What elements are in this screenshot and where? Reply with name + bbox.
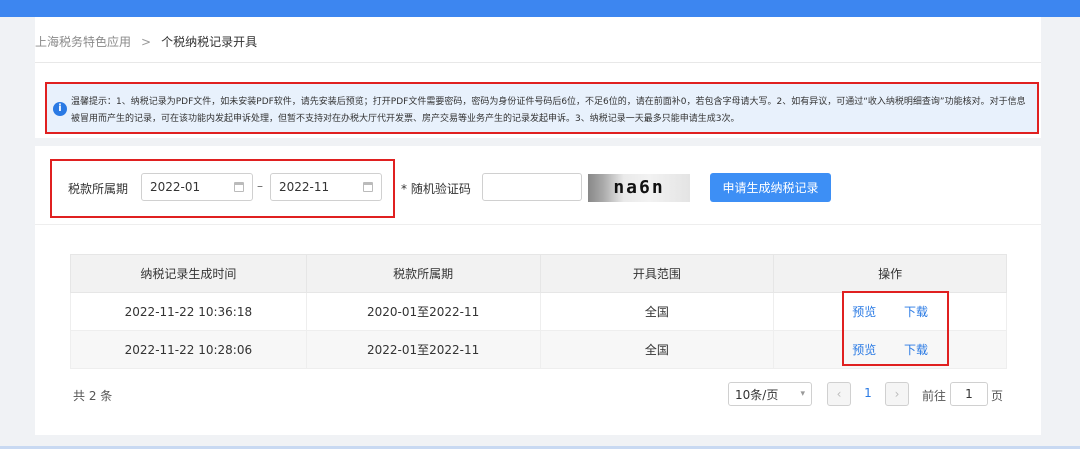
goto-page-input[interactable]: 1 xyxy=(950,382,988,406)
cell-tax-period: 2022-01至2022-11 xyxy=(305,330,541,369)
page-size-value: 10条/页 xyxy=(735,387,779,402)
header-tax-period: 税款所属期 xyxy=(305,254,541,293)
captcha-label: * 随机验证码 xyxy=(401,182,471,196)
chevron-down-icon: ▾ xyxy=(800,389,805,399)
notice-banner: i 温馨提示：1、纳税记录为PDF文件，如未安装PDF软件，请先安装后预览；打开… xyxy=(45,82,1039,134)
page-size-select[interactable]: 10条/页 ▾ xyxy=(728,382,812,406)
breadcrumb: 上海税务特色应用 > 个税纳税记录开具 xyxy=(35,33,257,50)
page-unit-label: 页 xyxy=(991,389,1004,403)
header-scope: 开具范围 xyxy=(539,254,775,293)
cell-generated-time: 2022-11-22 10:36:18 xyxy=(70,292,307,331)
cell-scope: 全国 xyxy=(539,330,775,369)
prev-page-button[interactable]: ‹ xyxy=(827,382,851,406)
start-date-input[interactable]: 2022-01 xyxy=(141,173,253,201)
captcha-image[interactable]: na6n xyxy=(588,174,690,202)
cell-tax-period: 2020-01至2022-11 xyxy=(305,292,541,331)
end-date-value: 2022-11 xyxy=(279,180,330,194)
header-actions: 操作 xyxy=(773,254,1007,293)
calendar-icon xyxy=(363,182,373,192)
total-count: 共 2 条 xyxy=(73,389,113,403)
table-header-row: 纳税记录生成时间 税款所属期 开具范围 操作 xyxy=(70,254,1007,293)
main-card: 上海税务特色应用 > 个税纳税记录开具 i 温馨提示：1、纳税记录为PDF文件，… xyxy=(35,17,1041,435)
top-bar xyxy=(0,0,1080,17)
section-divider xyxy=(35,224,1041,225)
info-icon: i xyxy=(53,102,67,116)
current-page[interactable]: 1 xyxy=(858,386,878,400)
cell-scope: 全国 xyxy=(539,292,775,331)
goto-label: 前往 xyxy=(922,389,947,403)
header-generated-time: 纳税记录生成时间 xyxy=(70,254,307,293)
end-date-input[interactable]: 2022-11 xyxy=(270,173,382,201)
captcha-input[interactable] xyxy=(482,173,582,201)
period-label: 税款所属期 xyxy=(68,182,129,196)
next-page-button[interactable]: › xyxy=(885,382,909,406)
section-gap xyxy=(35,138,1041,146)
breadcrumb-divider xyxy=(35,62,1041,63)
cell-generated-time: 2022-11-22 10:28:06 xyxy=(70,330,307,369)
calendar-icon xyxy=(234,182,244,192)
notice-text: 温馨提示：1、纳税记录为PDF文件，如未安装PDF软件，请先安装后预览；打开PD… xyxy=(71,97,1026,124)
start-date-value: 2022-01 xyxy=(150,180,201,194)
generate-record-button[interactable]: 申请生成纳税记录 xyxy=(710,173,831,202)
actions-highlight-box xyxy=(842,291,949,366)
breadcrumb-separator: > xyxy=(141,34,152,49)
breadcrumb-current: 个税纳税记录开具 xyxy=(161,35,258,49)
range-separator: – xyxy=(257,179,263,193)
breadcrumb-parent-link[interactable]: 上海税务特色应用 xyxy=(35,33,131,50)
